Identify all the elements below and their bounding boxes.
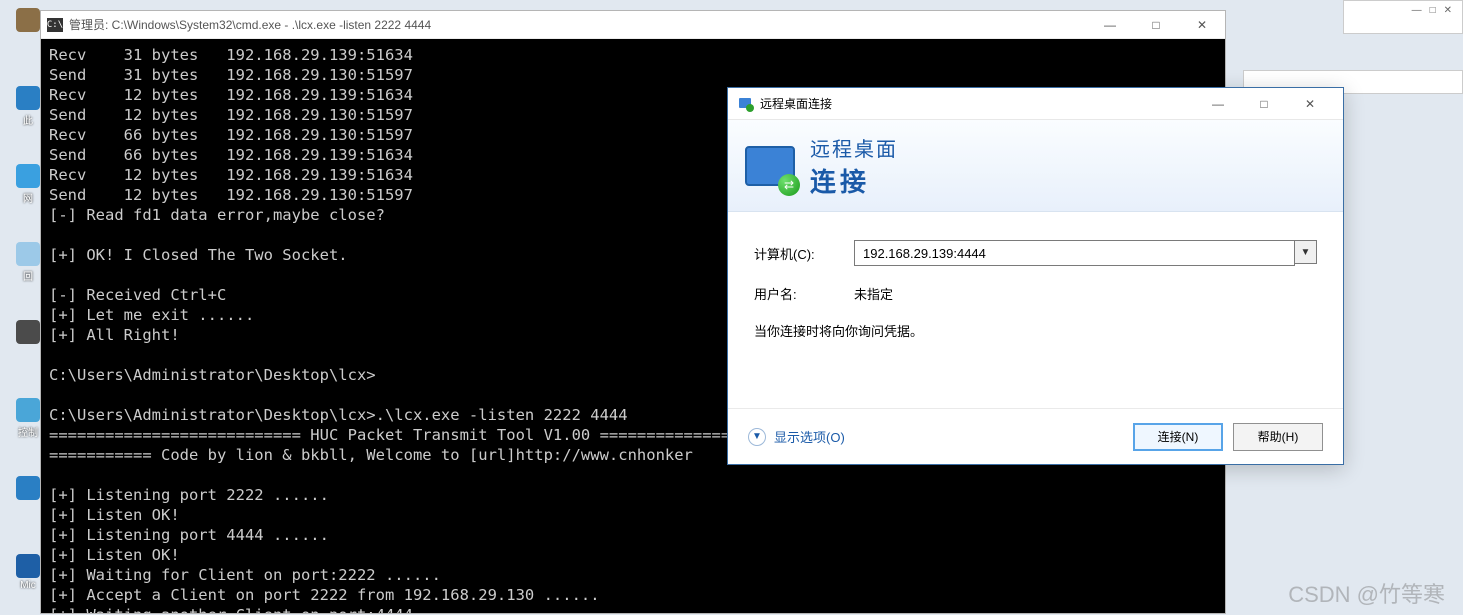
close-button[interactable]: ✕ <box>1179 11 1225 39</box>
connect-badge-icon: ⇄ <box>778 174 800 196</box>
minimize-button[interactable]: — <box>1087 11 1133 39</box>
background-window: — □ ✕ <box>1343 0 1463 34</box>
maximize-button[interactable]: □ <box>1241 90 1287 118</box>
cmd-titlebar[interactable]: C:\ 管理员: C:\Windows\System32\cmd.exe - .… <box>41 11 1225 39</box>
rdc-dialog: 远程桌面连接 — □ ✕ ⇄ 远程桌面 连接 计算机(C): ▼ 用户名: 未指… <box>727 87 1344 465</box>
chevron-down-icon: ▼ <box>748 428 766 446</box>
min-icon[interactable]: — <box>1412 5 1422 16</box>
desktop-icons: 此 网 回 控制 Mic <box>14 0 42 614</box>
username-label: 用户名: <box>754 284 854 303</box>
credentials-info: 当你连接时将向你询问凭据。 <box>754 321 1317 340</box>
cmd-title-text: 管理员: C:\Windows\System32\cmd.exe - .\lcx… <box>69 16 431 33</box>
maximize-button[interactable]: □ <box>1133 11 1179 39</box>
rdc-header-icon: ⇄ <box>742 138 798 194</box>
help-button[interactable]: 帮助(H) <box>1233 423 1323 451</box>
computer-combobox[interactable]: ▼ <box>854 240 1317 266</box>
rdc-titlebar[interactable]: 远程桌面连接 — □ ✕ <box>728 88 1343 120</box>
computer-input[interactable] <box>854 240 1295 266</box>
username-value: 未指定 <box>854 284 893 303</box>
rdc-header-line1: 远程桌面 <box>810 133 898 162</box>
show-options-label: 显示选项(O) <box>774 427 845 446</box>
rdc-header: ⇄ 远程桌面 连接 <box>728 120 1343 212</box>
close-icon[interactable]: ✕ <box>1444 5 1452 16</box>
connect-button[interactable]: 连接(N) <box>1133 423 1223 451</box>
rdc-icon <box>738 96 754 112</box>
computer-label: 计算机(C): <box>754 244 854 263</box>
close-button[interactable]: ✕ <box>1287 90 1333 118</box>
max-icon[interactable]: □ <box>1430 5 1436 16</box>
show-options-link[interactable]: ▼ 显示选项(O) <box>748 427 845 446</box>
rdc-header-line2: 连接 <box>810 162 898 199</box>
minimize-button[interactable]: — <box>1195 90 1241 118</box>
cmd-icon: C:\ <box>47 18 63 32</box>
chevron-down-icon[interactable]: ▼ <box>1295 240 1317 264</box>
watermark: CSDN @竹等寒 <box>1288 577 1445 609</box>
rdc-title-text: 远程桌面连接 <box>760 95 832 112</box>
